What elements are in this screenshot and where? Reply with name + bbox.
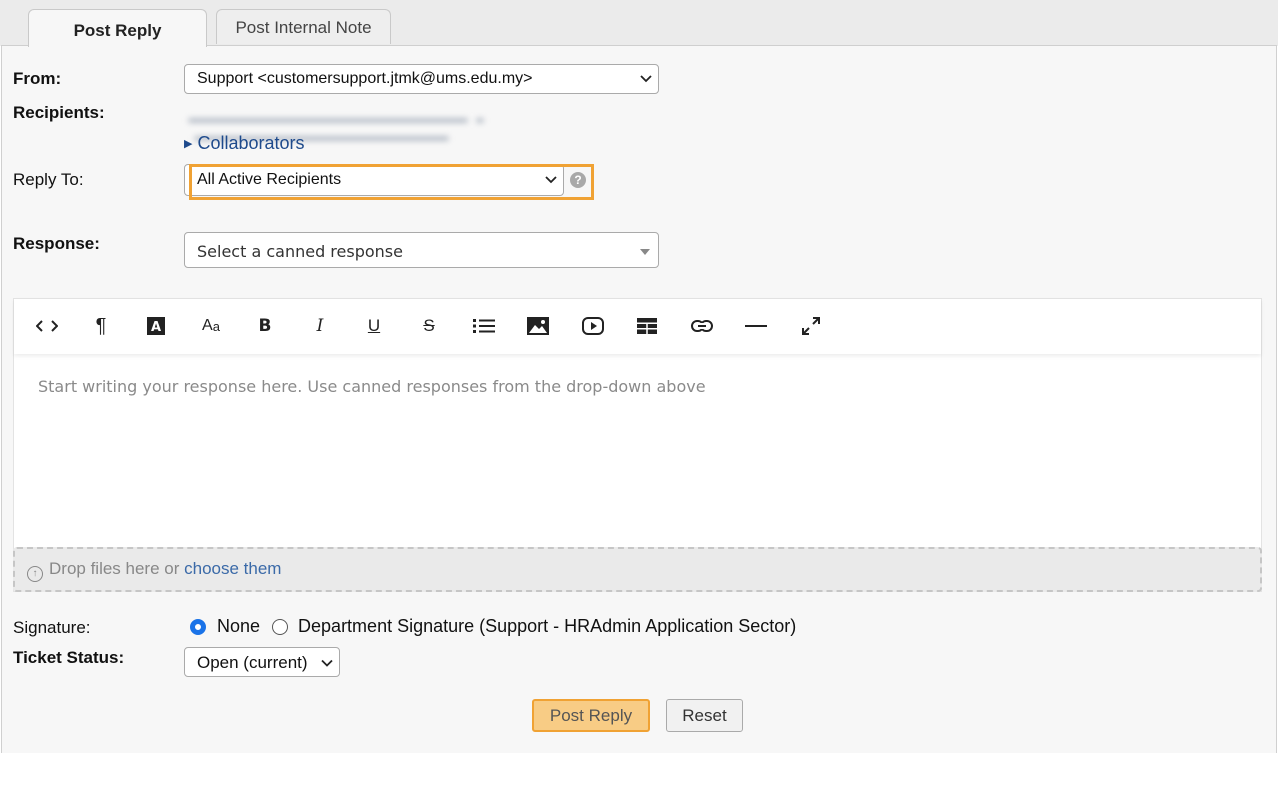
unordered-list-icon[interactable] bbox=[470, 312, 498, 340]
signature-department-radio[interactable] bbox=[272, 618, 289, 635]
signature-none-label: None bbox=[217, 616, 261, 636]
post-reply-button[interactable]: Post Reply bbox=[532, 699, 650, 732]
ticket-status-select[interactable]: Open (current) bbox=[184, 647, 340, 677]
paragraph-format-icon[interactable]: ¶ bbox=[87, 312, 115, 340]
signature-none-radio[interactable] bbox=[190, 618, 206, 635]
upload-icon: ↑ bbox=[27, 566, 43, 582]
collaborators-label: Collaborators bbox=[197, 133, 305, 153]
tab-post-reply[interactable]: Post Reply bbox=[28, 9, 207, 47]
chevron-down-icon bbox=[321, 648, 333, 677]
rich-text-editor: ¶ A Aa B I U S Start writing your respon bbox=[13, 298, 1262, 592]
canned-response-placeholder: Select a canned response bbox=[197, 242, 403, 261]
from-select-value: Support <customersupport.jtmk@ums.edu.my… bbox=[197, 70, 533, 87]
recipients-list-redacted bbox=[188, 110, 743, 141]
from-label: From: bbox=[13, 69, 62, 88]
help-icon[interactable]: ? bbox=[570, 172, 586, 188]
table-icon[interactable] bbox=[633, 312, 661, 340]
collaborators-toggle[interactable]: ▶ Collaborators bbox=[184, 133, 305, 154]
response-label: Response: bbox=[13, 234, 100, 253]
ticket-status-label: Ticket Status: bbox=[13, 648, 125, 667]
from-select[interactable]: Support <customersupport.jtmk@ums.edu.my… bbox=[184, 64, 659, 94]
font-size-icon[interactable]: Aa bbox=[197, 312, 225, 340]
tab-post-internal-note[interactable]: Post Internal Note bbox=[216, 9, 391, 44]
signature-label: Signature: bbox=[13, 618, 91, 637]
choose-files-link[interactable]: choose them bbox=[184, 559, 281, 578]
ticket-status-value: Open (current) bbox=[197, 653, 308, 672]
file-drop-zone[interactable]: ↑ Drop files here or choose them bbox=[13, 547, 1262, 592]
recipients-label: Recipients: bbox=[13, 103, 105, 122]
horizontal-rule-icon[interactable] bbox=[742, 312, 770, 340]
underline-icon[interactable]: U bbox=[360, 312, 388, 340]
link-icon[interactable] bbox=[688, 312, 716, 340]
reply-to-label: Reply To: bbox=[13, 170, 84, 189]
text-color-icon[interactable]: A bbox=[142, 312, 170, 340]
drop-text: Drop files here or bbox=[49, 559, 180, 578]
video-icon[interactable] bbox=[579, 312, 607, 340]
strikethrough-icon[interactable]: S bbox=[415, 312, 443, 340]
signature-options: None Department Signature (Support - HRA… bbox=[190, 616, 796, 637]
caret-down-icon bbox=[640, 231, 650, 269]
canned-response-select[interactable]: Select a canned response bbox=[184, 232, 659, 268]
reply-to-highlight bbox=[189, 164, 594, 200]
caret-right-icon: ▶ bbox=[184, 138, 193, 150]
fullscreen-icon[interactable] bbox=[797, 312, 825, 340]
editor-toolbar: ¶ A Aa B I U S bbox=[14, 299, 1261, 354]
editor-placeholder[interactable]: Start writing your response here. Use ca… bbox=[38, 377, 706, 396]
svg-text:A: A bbox=[151, 320, 161, 335]
italic-icon[interactable]: I bbox=[306, 312, 334, 340]
signature-department-label: Department Signature (Support - HRAdmin … bbox=[298, 616, 797, 636]
image-icon[interactable] bbox=[524, 312, 552, 340]
chevron-down-icon bbox=[640, 65, 652, 93]
code-view-icon[interactable] bbox=[33, 312, 61, 340]
bold-icon[interactable]: B bbox=[251, 312, 279, 340]
reset-button[interactable]: Reset bbox=[666, 699, 743, 732]
